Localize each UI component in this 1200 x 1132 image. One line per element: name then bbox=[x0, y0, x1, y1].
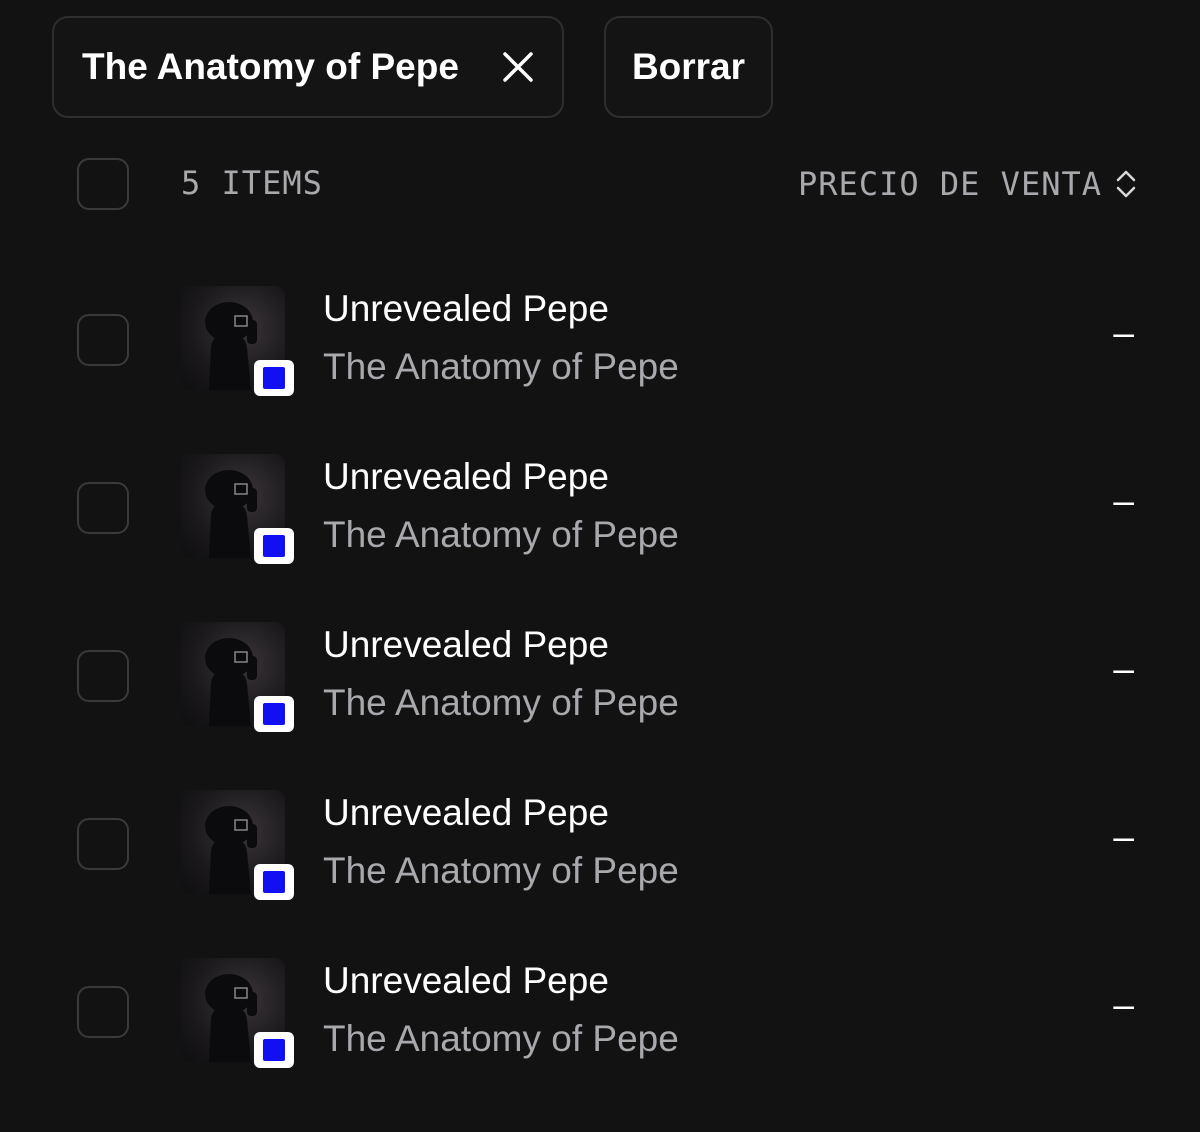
item-name[interactable]: Unrevealed Pepe bbox=[323, 624, 609, 666]
item-name[interactable]: Unrevealed Pepe bbox=[323, 456, 609, 498]
items-count: 5 ITEMS bbox=[181, 164, 323, 202]
chain-badge-icon bbox=[254, 864, 294, 900]
list-item[interactable]: Unrevealed Pepe The Anatomy of Pepe – bbox=[0, 422, 1200, 590]
chain-badge-icon bbox=[254, 528, 294, 564]
item-checkbox[interactable] bbox=[77, 986, 129, 1038]
chain-badge-icon bbox=[254, 696, 294, 732]
item-price: – bbox=[1113, 312, 1134, 353]
item-price: – bbox=[1113, 816, 1134, 857]
sort-label: PRECIO DE VENTA bbox=[798, 165, 1102, 203]
item-price: – bbox=[1113, 648, 1134, 689]
item-collection[interactable]: The Anatomy of Pepe bbox=[323, 850, 679, 892]
item-collection[interactable]: The Anatomy of Pepe bbox=[323, 1018, 679, 1060]
list-item[interactable]: Unrevealed Pepe The Anatomy of Pepe – bbox=[0, 758, 1200, 926]
active-filter-label: The Anatomy of Pepe bbox=[82, 46, 459, 87]
page: The Anatomy of Pepe Borrar 5 ITEMS PRECI… bbox=[0, 0, 1200, 1132]
item-name[interactable]: Unrevealed Pepe bbox=[323, 288, 609, 330]
item-collection[interactable]: The Anatomy of Pepe bbox=[323, 514, 679, 556]
item-checkbox[interactable] bbox=[77, 482, 129, 534]
sort-icon bbox=[1114, 164, 1138, 204]
item-collection[interactable]: The Anatomy of Pepe bbox=[323, 346, 679, 388]
list-item[interactable]: Unrevealed Pepe The Anatomy of Pepe – bbox=[0, 254, 1200, 422]
item-name[interactable]: Unrevealed Pepe bbox=[323, 792, 609, 834]
sort-by-sale-price[interactable]: PRECIO DE VENTA bbox=[798, 164, 1138, 204]
list-header: 5 ITEMS PRECIO DE VENTA bbox=[0, 158, 1200, 210]
clear-filters-button[interactable]: Borrar bbox=[604, 16, 773, 118]
items-list: Unrevealed Pepe The Anatomy of Pepe – Un… bbox=[0, 254, 1200, 1094]
item-price: – bbox=[1113, 984, 1134, 1025]
item-checkbox[interactable] bbox=[77, 314, 129, 366]
item-checkbox[interactable] bbox=[77, 818, 129, 870]
item-name[interactable]: Unrevealed Pepe bbox=[323, 960, 609, 1002]
filter-bar: The Anatomy of Pepe Borrar bbox=[52, 16, 773, 118]
chain-badge-icon bbox=[254, 360, 294, 396]
chain-badge-icon bbox=[254, 1032, 294, 1068]
clear-filters-label: Borrar bbox=[631, 46, 746, 87]
item-checkbox[interactable] bbox=[77, 650, 129, 702]
item-price: – bbox=[1113, 480, 1134, 521]
list-item[interactable]: Unrevealed Pepe The Anatomy of Pepe – bbox=[0, 590, 1200, 758]
close-icon[interactable] bbox=[500, 49, 536, 85]
select-all-checkbox[interactable] bbox=[77, 158, 129, 210]
item-collection[interactable]: The Anatomy of Pepe bbox=[323, 682, 679, 724]
list-item[interactable]: Unrevealed Pepe The Anatomy of Pepe – bbox=[0, 926, 1200, 1094]
active-filter-chip[interactable]: The Anatomy of Pepe bbox=[52, 16, 564, 118]
